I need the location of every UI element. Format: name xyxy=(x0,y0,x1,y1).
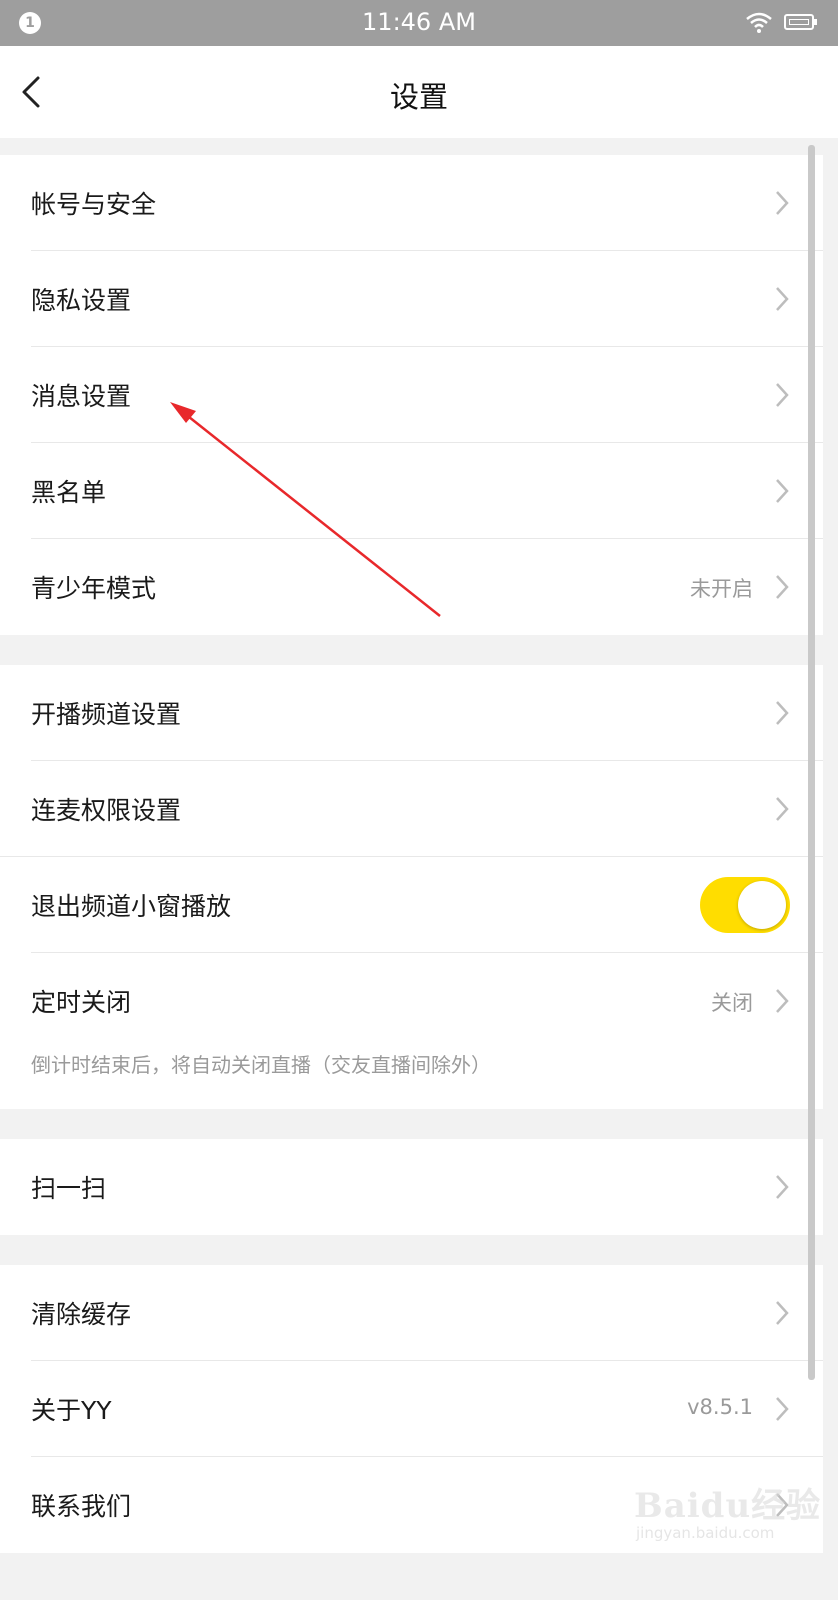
settings-item-privacy[interactable]: 隐私设置 xyxy=(0,251,823,347)
chevron-right-icon xyxy=(776,701,789,725)
settings-item-clear-cache[interactable]: 清除缓存 xyxy=(0,1265,823,1361)
settings-item-timer-close[interactable]: 定时关闭 关闭 xyxy=(0,953,823,1049)
settings-item-label: 开播频道设置 xyxy=(31,700,182,729)
settings-section-live: 开播频道设置 连麦权限设置 退出频道小窗播放 定时关闭 关闭 倒计时结束后，将自… xyxy=(0,665,823,1109)
settings-item-messages[interactable]: 消息设置 xyxy=(0,347,823,443)
settings-item-label: 消息设置 xyxy=(31,382,132,411)
settings-item-value: v8.5.1 xyxy=(687,1395,753,1419)
settings-item-mic-permissions[interactable]: 连麦权限设置 xyxy=(0,761,823,857)
settings-item-scan[interactable]: 扫一扫 xyxy=(0,1139,823,1235)
settings-item-youth-mode[interactable]: 青少年模式 未开启 xyxy=(0,539,823,635)
chevron-right-icon xyxy=(776,989,789,1013)
toggle-knob xyxy=(738,881,786,929)
settings-item-blacklist[interactable]: 黑名单 xyxy=(0,443,823,539)
watermark-url: jingyan.baidu.com xyxy=(636,1524,775,1542)
settings-item-label: 黑名单 xyxy=(31,478,107,507)
mini-window-toggle[interactable] xyxy=(700,877,790,933)
settings-item-account-security[interactable]: 帐号与安全 xyxy=(0,155,823,251)
chevron-right-icon xyxy=(776,383,789,407)
app-header: 设置 xyxy=(0,46,838,138)
timer-close-hint: 倒计时结束后，将自动关闭直播（交友直播间除外） xyxy=(31,1053,491,1077)
settings-section-scan: 扫一扫 xyxy=(0,1139,823,1235)
settings-item-label: 清除缓存 xyxy=(31,1300,132,1329)
settings-item-channel-settings[interactable]: 开播频道设置 xyxy=(0,665,823,761)
chevron-right-icon xyxy=(776,1397,789,1421)
page-title: 设置 xyxy=(389,80,448,114)
settings-item-label: 扫一扫 xyxy=(31,1174,107,1203)
wifi-icon xyxy=(746,12,772,33)
baidu-watermark-logo: Baidu经验 jingyan.baidu.com xyxy=(628,1476,828,1556)
chevron-right-icon xyxy=(776,1175,789,1199)
chevron-right-icon xyxy=(776,797,789,821)
battery-icon xyxy=(784,14,817,30)
settings-item-label: 帐号与安全 xyxy=(31,190,157,219)
status-bar: 1 11:46 AM xyxy=(0,0,838,46)
watermark-brand: Baidu经验 xyxy=(634,1486,822,1526)
chevron-right-icon xyxy=(776,191,789,215)
settings-item-label: 退出频道小窗播放 xyxy=(31,892,232,921)
settings-item-about[interactable]: 关于YY v8.5.1 xyxy=(0,1361,823,1457)
chevron-right-icon xyxy=(776,479,789,503)
settings-item-value: 关闭 xyxy=(711,991,753,1015)
chevron-right-icon xyxy=(776,287,789,311)
status-time: 11:46 AM xyxy=(362,8,476,36)
settings-item-value: 未开启 xyxy=(690,577,753,601)
chevron-right-icon xyxy=(776,575,789,599)
settings-item-label: 联系我们 xyxy=(31,1492,132,1521)
chevron-right-icon xyxy=(776,1301,789,1325)
settings-item-mini-window: 退出频道小窗播放 xyxy=(0,857,823,953)
settings-item-label: 隐私设置 xyxy=(31,286,132,315)
settings-item-label: 连麦权限设置 xyxy=(31,796,182,825)
scrollbar[interactable] xyxy=(808,145,815,1380)
settings-item-label: 关于YY xyxy=(31,1396,112,1425)
settings-item-label: 青少年模式 xyxy=(31,574,157,603)
settings-section-account: 帐号与安全 隐私设置 消息设置 黑名单 青少年模式 未开启 xyxy=(0,155,823,635)
settings-item-label: 定时关闭 xyxy=(31,988,132,1017)
